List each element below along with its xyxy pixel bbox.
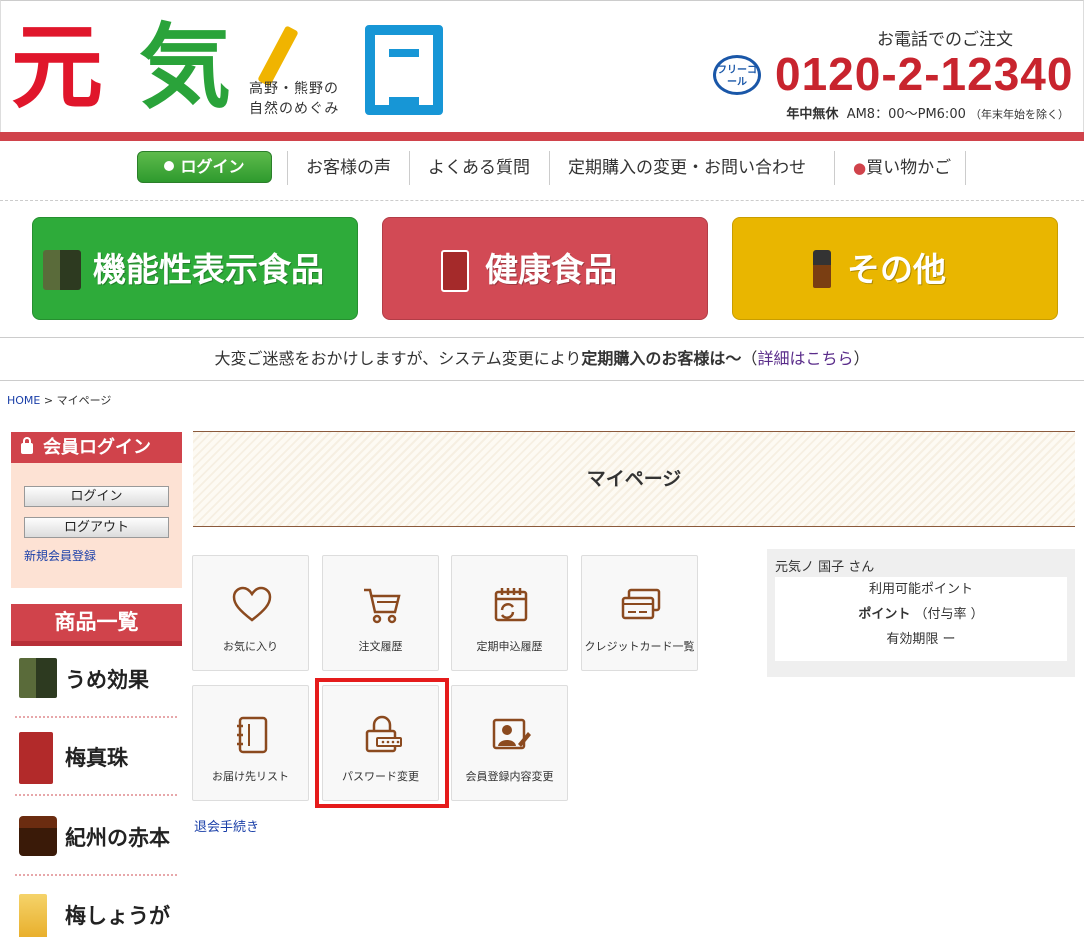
tile-favorites[interactable]: お気に入り — [192, 555, 309, 671]
category-label: その他 — [847, 250, 946, 289]
tile-label: 会員登録内容変更 — [465, 770, 554, 783]
sidebar-login-title: 会員ログイン — [43, 437, 151, 458]
points-rate: （付与率 ） — [914, 607, 984, 622]
product-image — [19, 894, 47, 937]
hours-time: AM8：00〜PM6:00 — [846, 107, 966, 122]
cart-icon: ● — [853, 159, 867, 177]
nav-item-voices[interactable]: お客様の声 — [287, 151, 409, 185]
product-image — [19, 658, 57, 698]
points-panel: 元気ノ 国子 さん 利用可能ポイント ポイント （付与率 ） 有効期限 ー — [767, 549, 1075, 677]
sidebar-register-link[interactable]: 新規会員登録 — [24, 547, 96, 564]
tile-order-history[interactable]: 注文履歴 — [322, 555, 439, 671]
logo-char-gen: 元 — [11, 13, 104, 121]
functional-food-product-image — [43, 250, 81, 290]
site-logo[interactable]: 元 気 高野・熊野の 自然のめぐみ — [11, 15, 451, 119]
logo-char-ki: 気 — [139, 13, 232, 121]
hours-bold: 年中無休 — [786, 107, 839, 122]
category-label: 機能性表示食品 — [93, 250, 324, 289]
address-book-icon — [237, 716, 268, 754]
points-details: 利用可能ポイント ポイント （付与率 ） 有効期限 ー — [775, 577, 1067, 661]
logo-subtitle: 高野・熊野の 自然のめぐみ — [249, 79, 339, 119]
business-hours: 年中無休 AM8：00〜PM6:00 （年末年始を除く） — [786, 103, 1069, 122]
cart-icon — [364, 588, 401, 624]
lock-icon — [21, 437, 33, 454]
system-notice: 大変ご迷惑をおかけしますが、システム変更により定期購入のお客様は〜（詳細はこちら… — [0, 337, 1084, 381]
health-food-product-image — [441, 250, 469, 292]
profile-edit-icon — [492, 718, 531, 750]
page-title: マイページ — [193, 431, 1075, 527]
nav-cart-label: 買い物かご — [866, 158, 952, 178]
tile-label: 定期申込履歴 — [476, 640, 543, 653]
sidebar-logout-button[interactable]: ログアウト — [24, 517, 169, 538]
nav-item-faq[interactable]: よくある質問 — [409, 151, 548, 185]
other-product-image — [813, 250, 831, 288]
breadcrumb: HOME > マイページ — [7, 392, 111, 408]
tile-credit-cards[interactable]: クレジットカード一覧 — [581, 555, 698, 671]
credit-card-icon — [621, 588, 661, 620]
password-change-highlight — [315, 678, 449, 808]
tel-number[interactable]: 0120-2-12340 — [775, 47, 1073, 101]
tile-label: お気に入り — [223, 640, 278, 653]
points-value-row: ポイント （付与率 ） — [775, 602, 1067, 627]
hours-note: （年末年始を除く） — [970, 108, 1069, 121]
logo-subtitle-line2: 自然のめぐみ — [249, 101, 340, 117]
header-divider — [0, 132, 1084, 141]
tile-label: お届け先リスト — [212, 770, 289, 783]
breadcrumb-separator: > — [43, 394, 54, 407]
category-health-food-button[interactable]: 健康食品 — [382, 217, 708, 320]
tile-label: 注文履歴 — [358, 640, 403, 653]
sidebar-product-kishu-akahon[interactable]: 紀州の赤本 — [15, 798, 177, 876]
withdraw-link[interactable]: 退会手続き — [194, 816, 259, 835]
points-expiry: 有効期限 ー — [886, 632, 956, 647]
category-other-button[interactable]: その他 — [732, 217, 1058, 320]
person-icon — [164, 160, 175, 171]
logo-char-no — [257, 25, 299, 87]
nav-item-cart[interactable]: ●買い物かご — [834, 151, 967, 185]
sidebar-product-ume-shouga[interactable]: 梅しょうが — [15, 876, 177, 937]
global-nav: ログイン お客様の声 よくある質問 定期購入の変更・お問い合わせ ●買い物かご — [0, 141, 1084, 201]
notice-text: 大変ご迷惑をおかけしますが、システム変更により — [214, 349, 582, 368]
nav-login-label: ログイン — [180, 157, 245, 176]
breadcrumb-current: マイページ — [56, 394, 112, 407]
logo-subtitle-line1: 高野・熊野の — [249, 81, 339, 97]
tile-profile-edit[interactable]: 会員登録内容変更 — [451, 685, 568, 801]
notice-detail-link[interactable]: 詳細はこちら — [757, 349, 853, 368]
notice-paren-close: ） — [853, 349, 870, 368]
product-image — [19, 732, 53, 784]
product-image — [19, 816, 57, 856]
heart-icon — [232, 586, 272, 622]
tile-address-list[interactable]: お届け先リスト — [192, 685, 309, 801]
product-name: 梅しょうが — [65, 903, 170, 928]
breadcrumb-home-link[interactable]: HOME — [7, 394, 40, 407]
site-header: 元 気 高野・熊野の 自然のめぐみ お電話でのご注文 フリーコール 0120-2… — [0, 0, 1084, 132]
product-name: 梅真珠 — [65, 745, 128, 770]
sidebar-product-ume-kouka[interactable]: うめ効果 — [15, 640, 177, 718]
nav-item-subscription-contact[interactable]: 定期購入の変更・お問い合わせ — [549, 151, 824, 185]
points-available-label: 利用可能ポイント — [868, 582, 973, 597]
notice-paren-open: （ — [741, 349, 758, 368]
sidebar-member-login: 会員ログイン ログイン ログアウト 新規会員登録 — [11, 432, 182, 588]
logo-char-koku — [365, 25, 443, 115]
sidebar-login-header: 会員ログイン — [11, 432, 182, 463]
product-name: 紀州の赤本 — [65, 825, 170, 850]
category-label: 健康食品 — [485, 250, 617, 289]
points-bold: ポイント — [858, 607, 911, 622]
category-functional-food-button[interactable]: 機能性表示食品 — [32, 217, 358, 320]
sidebar-product-ume-shinju[interactable]: 梅真珠 — [15, 718, 177, 796]
free-call-icon: フリーコール — [713, 55, 761, 95]
notice-bold: 定期購入のお客様は〜 — [581, 349, 742, 368]
tile-subscription-history[interactable]: 定期申込履歴 — [451, 555, 568, 671]
tile-label: クレジットカード一覧 — [584, 640, 695, 653]
points-user-name: 元気ノ 国子 さん — [775, 560, 875, 575]
product-name: うめ効果 — [65, 667, 149, 692]
calendar-icon — [494, 588, 528, 622]
sidebar-login-button[interactable]: ログイン — [24, 486, 169, 507]
nav-login-button[interactable]: ログイン — [137, 151, 272, 183]
